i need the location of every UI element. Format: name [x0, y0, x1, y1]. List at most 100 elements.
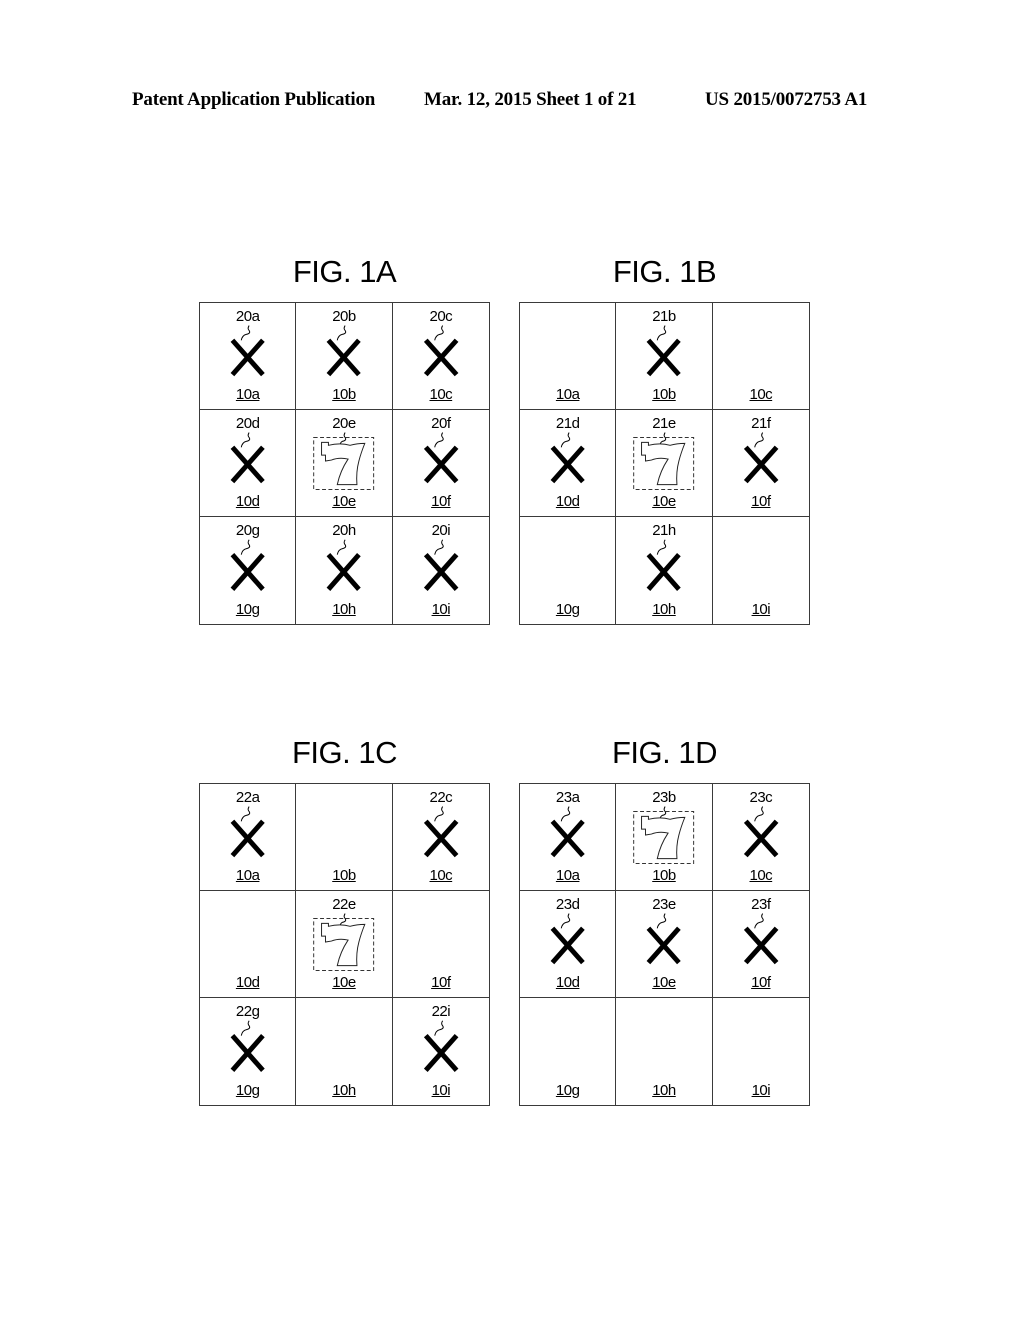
reference-numeral: 23d: [555, 896, 580, 913]
reference-numeral: 22g: [235, 1003, 260, 1020]
grid-cell: 23e 10e: [616, 891, 713, 998]
x-glyph: [326, 338, 362, 377]
grid-cell: 23a 10a: [520, 784, 617, 891]
grid-cell: 10g: [520, 517, 617, 624]
cell-position-label: 10h: [332, 1082, 356, 1099]
reference-numeral: 23b: [652, 789, 676, 806]
x-glyph: [230, 338, 265, 377]
figure-title-1d: FIG. 1D: [611, 735, 718, 770]
cell-position-label: 10g: [235, 1082, 260, 1099]
grid-cell: 22i 10i: [393, 998, 489, 1105]
grid-cell: 20g 10g: [200, 517, 297, 624]
x-glyph: [550, 445, 585, 484]
x-glyph: [743, 445, 779, 484]
grid-cell: 10c: [712, 303, 809, 410]
x-glyph: [646, 338, 682, 377]
seven-glyph: [321, 441, 366, 486]
reference-numeral: 20c: [429, 308, 453, 325]
figure-1a-grid: 20a 10a 20b 10b 20c 10c 20d 10d 20e 10e 20f 10f 20g 1…: [199, 302, 490, 625]
leader-line: [660, 432, 667, 446]
cell-position-label: 10f: [751, 974, 771, 991]
reference-numeral: 20b: [332, 308, 356, 325]
highlight-box: [633, 810, 695, 864]
seven-glyph: [321, 922, 366, 967]
cell-position-label: 10e: [332, 493, 356, 510]
leader-line: [433, 539, 444, 555]
cell-position-label: 10e: [652, 974, 676, 991]
leader-line: [657, 325, 667, 341]
leader-line: [340, 432, 347, 446]
grid-cell: 10a: [520, 303, 617, 410]
reference-numeral: 20e: [332, 415, 356, 432]
figure-1c-grid: 22a 10a 10b 22c 10c 10d 22e 10e 10f 22g 10g 10h 22i 1…: [199, 783, 490, 1106]
cell-position-label: 10h: [332, 601, 356, 618]
publication-date-sheet: Mar. 12, 2015 Sheet 1 of 21: [424, 89, 637, 110]
x-glyph: [423, 338, 459, 377]
publication-number: US 2015/0072753 A1: [705, 89, 868, 110]
grid-cell: 10b: [296, 784, 393, 891]
cell-position-label: 10a: [555, 867, 580, 884]
cell-position-label: 10h: [652, 1082, 676, 1099]
leader-line: [240, 806, 251, 822]
cell-position-label: 10f: [431, 974, 451, 991]
leader-line: [240, 1020, 251, 1036]
reference-numeral: 23c: [749, 789, 773, 806]
figure-1d-grid: 23a 10a 23b 10b 23c 10c 23d 10d 23e 10e 23f 10f 10g 1…: [519, 783, 810, 1106]
leader-line: [240, 432, 251, 448]
grid-cell: 20e 10e: [296, 410, 393, 517]
x-glyph: [743, 926, 779, 965]
grid-cell: 22g 10g: [200, 998, 297, 1105]
cell-position-label: 10g: [555, 601, 580, 618]
grid-cell: 10i: [713, 998, 809, 1105]
reference-numeral: 21f: [751, 415, 771, 432]
cell-position-label: 10a: [235, 867, 260, 884]
cell-position-label: 10c: [749, 386, 773, 403]
x-glyph: [646, 553, 682, 591]
reference-numeral: 20h: [332, 522, 356, 539]
reference-numeral: 20f: [431, 415, 451, 432]
grid-cell: 23b 10b: [616, 784, 713, 891]
grid-cell: 23f 10f: [712, 891, 809, 998]
grid-cell: 21b 10b: [616, 303, 713, 410]
x-glyph: [326, 553, 362, 591]
cell-position-label: 10b: [332, 867, 356, 884]
leader-line: [433, 432, 444, 448]
highlight-box: [633, 436, 695, 490]
leader-line: [340, 913, 347, 927]
reference-numeral: 23e: [652, 896, 676, 913]
x-glyph: [423, 1034, 459, 1072]
cell-position-label: 10c: [429, 386, 453, 403]
cell-position-label: 10g: [555, 1082, 580, 1099]
reference-numeral: 22e: [332, 896, 356, 913]
leader-line: [433, 325, 444, 341]
reference-numeral: 23a: [555, 789, 580, 806]
grid-cell: 10f: [392, 891, 489, 998]
leader-line: [240, 325, 251, 341]
cell-position-label: 10i: [431, 1082, 451, 1099]
leader-line: [660, 806, 667, 820]
reference-numeral: 21d: [555, 415, 580, 432]
x-glyph: [423, 445, 459, 484]
grid-cell: 23c 10c: [712, 784, 809, 891]
grid-cell: 10h: [296, 998, 393, 1105]
cell-position-label: 10d: [555, 493, 580, 510]
grid-cell: 22e 10e: [296, 891, 393, 998]
cell-position-label: 10a: [235, 386, 260, 403]
leader-line: [753, 913, 764, 929]
grid-cell: 21f 10f: [712, 410, 809, 517]
cell-position-label: 10d: [555, 974, 580, 991]
grid-cell: 10i: [713, 517, 809, 624]
cell-position-label: 10e: [652, 493, 676, 510]
leader-line: [657, 539, 667, 555]
cell-position-label: 10d: [235, 493, 260, 510]
grid-cell: 20h 10h: [296, 517, 393, 624]
figure-1b-grid: 10a 21b 10b 10c 21d 10d 21e 10e 21f 10f 10g 21h 10h 1…: [519, 302, 810, 625]
leader-line: [433, 1020, 444, 1036]
cell-position-label: 10f: [751, 493, 771, 510]
x-glyph: [646, 926, 682, 965]
cell-position-label: 10g: [235, 601, 260, 618]
reference-numeral: 20a: [235, 308, 260, 325]
grid-cell: 21e 10e: [616, 410, 713, 517]
x-glyph: [230, 553, 265, 591]
leader-line: [753, 806, 764, 822]
